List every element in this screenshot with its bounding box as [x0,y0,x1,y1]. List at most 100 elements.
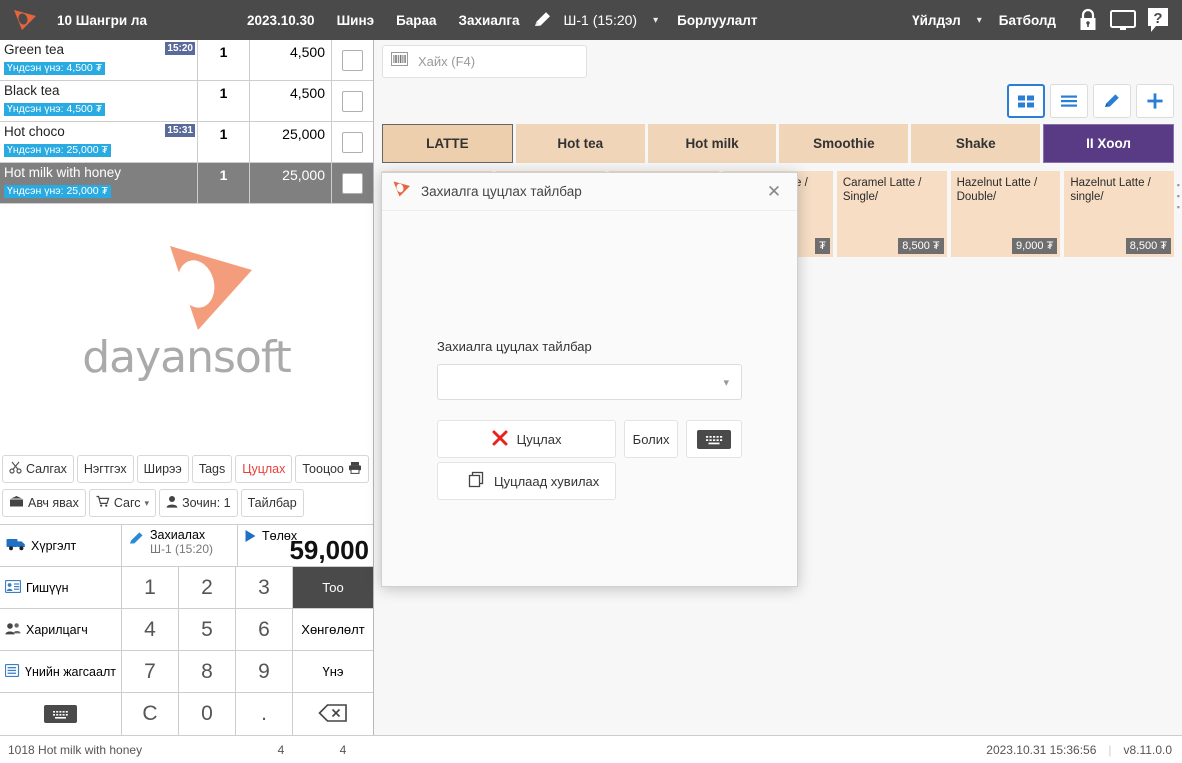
order-items-list[interactable]: Green tea Үндсэн үнэ: 4,500 ₮ 15:20 1 4,… [0,40,373,204]
annotation-box-dialog-buttons [382,500,587,595]
pay-button[interactable]: Төлөх 59,000 [238,525,373,566]
tab-ii-khool[interactable]: II Хоол [1043,124,1174,163]
quantity-button[interactable]: Тоо [293,567,373,608]
order-button[interactable]: Захиалах Ш-1 (15:20) [122,525,238,566]
tags-button[interactable]: Tags [191,455,233,483]
guest-count-button[interactable]: Зочин: 1 [159,489,238,517]
numpad-key-9[interactable]: 9 [236,651,293,692]
product-tile[interactable]: Caramel Latte / Single/ 8,500 ₮ [836,171,947,257]
note-button[interactable]: Тайлбар [240,489,304,517]
status-number-2: 4 [339,742,347,757]
split-button[interactable]: Салгах [2,455,74,483]
numpad-key-4[interactable]: 4 [122,609,179,650]
table-row[interactable]: Black tea Үндсэн үнэ: 4,500 ₮ 1 4,500 [0,81,373,122]
action-menu[interactable]: Үйлдэл [901,13,972,28]
table-row[interactable]: Hot milk with honey Үндсэн үнэ: 25,000 ₮… [0,163,373,204]
plus-icon[interactable] [1136,84,1174,118]
table-row[interactable]: Hot choco Үндсэн үнэ: 25,000 ₮ 15:31 1 2… [0,122,373,163]
keyboard-button[interactable] [0,693,122,735]
dismiss-button[interactable]: Болих [624,420,679,458]
order-item-price: 25,000 [249,163,331,203]
order-item-checkbox-cell[interactable] [331,122,373,162]
chevron-down-icon[interactable]: ▾ [653,15,658,26]
tab-shake[interactable]: Shake [911,124,1041,163]
backspace-button[interactable] [293,693,373,735]
customer-button[interactable]: Харилцагч [0,609,122,650]
pencil-icon[interactable] [531,10,553,30]
basket-button[interactable]: Сагс ▾ [88,489,157,517]
orders-button[interactable]: Захиалга [448,13,531,28]
product-price: 8,500 ₮ [898,238,944,254]
numpad-key-decimal[interactable]: . [236,693,293,735]
numpad-key-6[interactable]: 6 [236,609,293,650]
tab-latte[interactable]: LATTE [382,124,513,163]
goods-button[interactable]: Бараа [385,13,447,28]
close-icon[interactable]: ✕ [761,179,787,205]
checkbox-icon[interactable] [342,131,363,153]
dialog-title: Захиалга цуцлах тайлбар [421,184,582,199]
tab-hot-tea[interactable]: Hot tea [515,124,645,163]
cancel-button[interactable]: Цуцлах [437,420,617,458]
price-list-icon [4,663,20,680]
takeaway-label: Авч явах [28,496,79,510]
status-bar: 1018 Hot milk with honey 4 4 2023.10.31 … [0,735,1182,763]
action-chevron-down-icon[interactable]: ▾ [977,15,982,26]
product-tile[interactable]: Hazelnut Latte / single/ 8,500 ₮ [1064,171,1175,257]
current-table-label[interactable]: Ш-1 (15:20) [553,12,649,28]
price-list-button[interactable]: Үнийн жагсаалт [0,651,122,692]
numpad-key-5[interactable]: 5 [179,609,236,650]
numpad-key-3[interactable]: 3 [236,567,293,608]
delivery-button[interactable]: Хүргэлт [0,525,122,566]
monitor-icon[interactable] [1109,7,1137,33]
search-input[interactable]: Хайх (F4) [382,45,587,78]
numpad-key-clear[interactable]: C [122,693,179,735]
cancel-button-label: Цуцлах [516,431,562,447]
chevron-down-icon[interactable]: ▾ [145,498,150,509]
sales-tab[interactable]: Борлуулалт [666,13,768,28]
takeaway-button[interactable]: Авч явах [2,489,86,517]
new-order-button[interactable]: Шинэ [326,13,385,28]
tab-hot-milk[interactable]: Hot milk [647,124,777,163]
discount-button[interactable]: Хөнгөлөлт [293,609,373,650]
product-tile[interactable]: Hazelnut Latte / Double/ 9,000 ₮ [950,171,1061,257]
keyboard-toggle-button[interactable] [686,420,743,458]
cancel-order-button[interactable]: Цуцлах [235,455,293,483]
checkbox-icon[interactable] [342,90,363,112]
price-button[interactable]: Үнэ [293,651,373,692]
printer-icon [348,461,362,477]
merge-button[interactable]: Нэгтгэх [76,455,134,483]
table-button[interactable]: Ширээ [136,455,189,483]
order-item-checkbox-cell[interactable] [331,81,373,121]
price-list-label: Үнийн жагсаалт [25,664,116,679]
checkbox-icon[interactable] [342,49,363,71]
scrollbar[interactable]: ▪ ▪ ▪ [1177,180,1180,213]
numpad-key-8[interactable]: 8 [179,651,236,692]
bill-button[interactable]: Тооцоо [295,455,369,483]
lock-icon[interactable] [1074,7,1102,33]
order-item-checkbox-cell[interactable] [331,163,373,203]
user-name[interactable]: Батболд [988,13,1067,28]
grid-view-icon[interactable] [1007,84,1045,118]
help-icon[interactable]: ? [1144,7,1172,33]
product-name: Caramel Latte / Single/ [842,177,922,203]
dayansoft-watermark: dayansoft [0,240,373,383]
chevron-down-icon[interactable]: ▾ [723,376,729,389]
tab-smoothie[interactable]: Smoothie [779,124,909,163]
numpad-key-7[interactable]: 7 [122,651,179,692]
delivery-label: Хүргэлт [31,538,77,553]
edit-pencil-icon[interactable] [1093,84,1131,118]
checkbox-icon[interactable] [342,172,363,194]
numpad-key-0[interactable]: 0 [179,693,236,735]
numpad-key-1[interactable]: 1 [122,567,179,608]
member-button[interactable]: Гишүүн [0,567,122,608]
cancel-and-duplicate-button[interactable]: Цуцлаад хувилах [437,462,617,500]
keyboard-icon [697,429,732,449]
list-view-icon[interactable] [1050,84,1088,118]
order-item-name-cell: Hot milk with honey Үндсэн үнэ: 25,000 ₮ [0,163,197,203]
dismiss-button-label: Болих [632,431,670,447]
reason-select[interactable]: ▾ [437,364,742,400]
order-item-checkbox-cell[interactable] [331,40,373,80]
merge-label: Нэгтгэх [83,462,127,476]
numpad-key-2[interactable]: 2 [179,567,236,608]
table-row[interactable]: Green tea Үндсэн үнэ: 4,500 ₮ 15:20 1 4,… [0,40,373,81]
